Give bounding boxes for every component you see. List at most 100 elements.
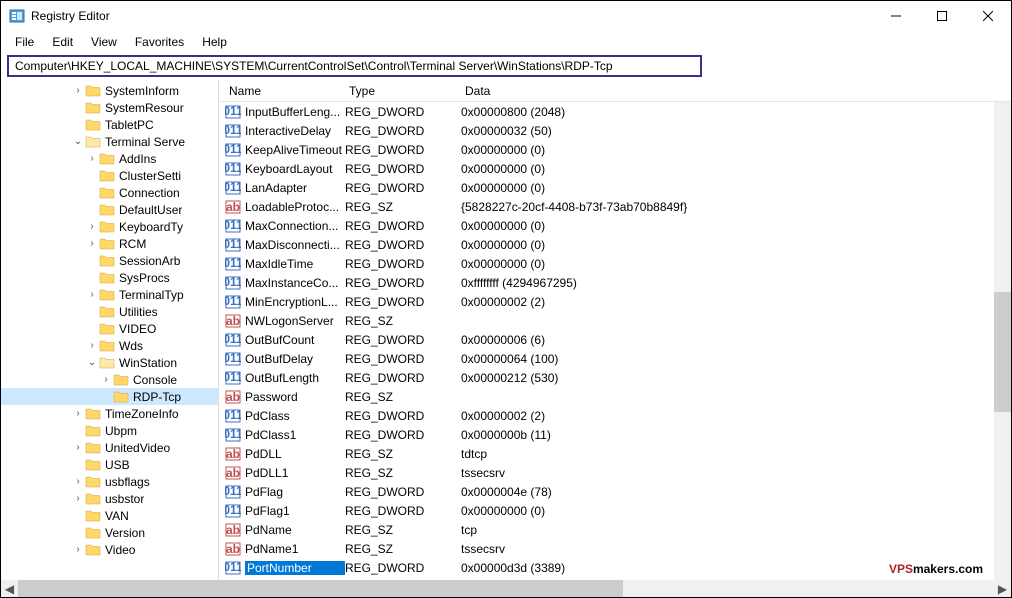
menu-file[interactable]: File	[7, 33, 42, 51]
value-row[interactable]: 011OutBufCountREG_DWORD0x00000006 (6)	[219, 330, 1011, 349]
tree-item[interactable]: ⌄Terminal Serve	[1, 133, 218, 150]
tree-item[interactable]: USB	[1, 456, 218, 473]
value-row[interactable]: abLoadableProtoc...REG_SZ{5828227c-20cf-…	[219, 197, 1011, 216]
menu-help[interactable]: Help	[194, 33, 235, 51]
value-name: NWLogonServer	[245, 314, 345, 328]
value-name: OutBufCount	[245, 333, 345, 347]
chevron-right-icon[interactable]: ›	[71, 85, 85, 96]
tree-item[interactable]: ›UnitedVideo	[1, 439, 218, 456]
value-row[interactable]: abPdName1REG_SZtssecsrv	[219, 539, 1011, 558]
value-row[interactable]: 011InteractiveDelayREG_DWORD0x00000032 (…	[219, 121, 1011, 140]
chevron-right-icon[interactable]: ›	[71, 493, 85, 504]
tree-item[interactable]: › RCM	[1, 235, 218, 252]
tree-item[interactable]: VAN	[1, 507, 218, 524]
chevron-right-icon[interactable]: ›	[99, 374, 113, 385]
value-row[interactable]: 011MaxInstanceCo...REG_DWORD0xffffffff (…	[219, 273, 1011, 292]
tree-item[interactable]: › TimeZoneInfo	[1, 405, 218, 422]
horizontal-scrollbar[interactable]: ◀ ▶	[1, 580, 1011, 597]
tree-item-label: RCM	[119, 237, 146, 251]
tree-item[interactable]: DefaultUser	[1, 201, 218, 218]
tree-item[interactable]: ›Console	[1, 371, 218, 388]
menu-view[interactable]: View	[83, 33, 125, 51]
chevron-down-icon[interactable]: ⌄	[71, 136, 85, 147]
svg-text:011: 011	[225, 427, 241, 441]
value-row[interactable]: 011PdFlagREG_DWORD0x0000004e (78)	[219, 482, 1011, 501]
tree-item[interactable]: Connection	[1, 184, 218, 201]
value-row[interactable]: 011KeepAliveTimeoutREG_DWORD0x00000000 (…	[219, 140, 1011, 159]
scroll-right-icon[interactable]: ▶	[994, 580, 1011, 597]
tree-item[interactable]: ClusterSetti	[1, 167, 218, 184]
chevron-right-icon[interactable]: ›	[85, 221, 99, 232]
value-row[interactable]: 011KeyboardLayoutREG_DWORD0x00000000 (0)	[219, 159, 1011, 178]
value-row[interactable]: 011MaxIdleTimeREG_DWORD0x00000000 (0)	[219, 254, 1011, 273]
tree-item[interactable]: ›TerminalTyp	[1, 286, 218, 303]
value-row[interactable]: abPdDLLREG_SZtdtcp	[219, 444, 1011, 463]
value-row[interactable]: 011MinEncryptionL...REG_DWORD0x00000002 …	[219, 292, 1011, 311]
chevron-right-icon[interactable]: ›	[71, 442, 85, 453]
tree-item[interactable]: SysProcs	[1, 269, 218, 286]
address-bar[interactable]: Computer\HKEY_LOCAL_MACHINE\SYSTEM\Curre…	[7, 55, 702, 77]
chevron-right-icon[interactable]: ›	[71, 476, 85, 487]
tree-item[interactable]: VIDEO	[1, 320, 218, 337]
value-row[interactable]: 011PdFlag1REG_DWORD0x00000000 (0)	[219, 501, 1011, 520]
vertical-scrollbar[interactable]	[994, 102, 1011, 581]
menu-edit[interactable]: Edit	[44, 33, 81, 51]
minimize-button[interactable]	[873, 1, 919, 31]
value-row[interactable]: 011MaxDisconnecti...REG_DWORD0x00000000 …	[219, 235, 1011, 254]
folder-icon	[99, 339, 115, 353]
tree-item[interactable]: SessionArb	[1, 252, 218, 269]
value-row[interactable]: 011PdClass1REG_DWORD0x0000000b (11)	[219, 425, 1011, 444]
value-row[interactable]: 011InputBufferLeng...REG_DWORD0x00000800…	[219, 102, 1011, 121]
value-row[interactable]: 011PdClassREG_DWORD0x00000002 (2)	[219, 406, 1011, 425]
tree-item-label: TimeZoneInfo	[105, 407, 179, 421]
tree-item[interactable]: Utilities	[1, 303, 218, 320]
tree-item[interactable]: ›SystemInform	[1, 82, 218, 99]
tree-item[interactable]: ›usbstor	[1, 490, 218, 507]
value-row[interactable]: abNWLogonServerREG_SZ	[219, 311, 1011, 330]
column-type[interactable]: Type	[345, 82, 461, 100]
value-row[interactable]: 011OutBufLengthREG_DWORD0x00000212 (530)	[219, 368, 1011, 387]
tree-item[interactable]: Version	[1, 524, 218, 541]
value-row[interactable]: abPdNameREG_SZtcp	[219, 520, 1011, 539]
value-row[interactable]: abPdDLL1REG_SZtssecsrv	[219, 463, 1011, 482]
value-row[interactable]: 011MaxConnection...REG_DWORD0x00000000 (…	[219, 216, 1011, 235]
value-row[interactable]: abPasswordREG_SZ	[219, 387, 1011, 406]
chevron-right-icon[interactable]: ›	[71, 544, 85, 555]
string-value-icon: ab	[225, 522, 241, 538]
chevron-right-icon[interactable]: ›	[85, 289, 99, 300]
folder-icon	[113, 373, 129, 387]
tree-pane[interactable]: ›SystemInformSystemResourTabletPC⌄Termin…	[1, 80, 219, 581]
tree-item[interactable]: TabletPC	[1, 116, 218, 133]
column-data[interactable]: Data	[461, 82, 1011, 100]
value-row[interactable]: 011LanAdapterREG_DWORD0x00000000 (0)	[219, 178, 1011, 197]
tree-item[interactable]: ›AddIns	[1, 150, 218, 167]
values-pane[interactable]: Name Type Data 011InputBufferLeng...REG_…	[219, 80, 1011, 581]
svg-text:011: 011	[225, 256, 241, 270]
scroll-left-icon[interactable]: ◀	[1, 580, 18, 597]
chevron-right-icon[interactable]: ›	[71, 408, 85, 419]
tree-item[interactable]: SystemResour	[1, 99, 218, 116]
regedit-icon	[9, 8, 25, 24]
tree-item[interactable]: ⌄WinStation	[1, 354, 218, 371]
string-value-icon: ab	[225, 541, 241, 557]
close-button[interactable]	[965, 1, 1011, 31]
scroll-thumb[interactable]	[994, 292, 1011, 412]
tree-item[interactable]: ›KeyboardTy	[1, 218, 218, 235]
folder-icon	[85, 458, 101, 472]
tree-item[interactable]: RDP-Tcp	[1, 388, 218, 405]
tree-item[interactable]: ›Video	[1, 541, 218, 558]
tree-item[interactable]: Ubpm	[1, 422, 218, 439]
chevron-right-icon[interactable]: ›	[85, 340, 99, 351]
chevron-down-icon[interactable]: ⌄	[85, 357, 99, 368]
value-row[interactable]: 011OutBufDelayREG_DWORD0x00000064 (100)	[219, 349, 1011, 368]
column-name[interactable]: Name	[225, 82, 345, 100]
chevron-right-icon[interactable]: ›	[85, 153, 99, 164]
folder-icon	[85, 441, 101, 455]
maximize-button[interactable]	[919, 1, 965, 31]
tree-item[interactable]: ›Wds	[1, 337, 218, 354]
chevron-right-icon[interactable]: ›	[85, 238, 99, 249]
value-data: 0x00000000 (0)	[461, 504, 1011, 518]
menu-favorites[interactable]: Favorites	[127, 33, 192, 51]
scroll-thumb[interactable]	[18, 580, 623, 597]
tree-item[interactable]: ›usbflags	[1, 473, 218, 490]
